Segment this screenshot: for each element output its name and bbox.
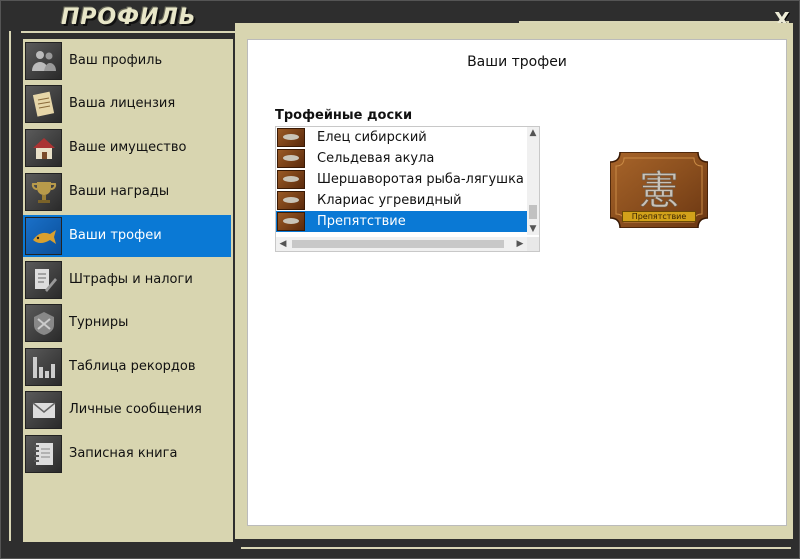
trophy-board-thumbnail xyxy=(277,212,305,231)
list-item-label: Елец сибирский xyxy=(317,130,427,145)
notebook-icon xyxy=(25,435,62,473)
sidebar-item-label: Ваш профиль xyxy=(69,53,163,68)
envelope-icon xyxy=(25,391,62,429)
fine-document-icon xyxy=(25,261,62,299)
sidebar-item-label: Ваше имущество xyxy=(69,140,187,155)
plaque-glyph: 憲 xyxy=(639,168,679,214)
window-title: ПРОФИЛЬ xyxy=(61,5,197,30)
bar-chart-icon xyxy=(25,348,62,386)
boards-label: Трофейные доски xyxy=(275,108,413,123)
trophy-board-thumbnail xyxy=(277,149,305,168)
trophy-cup-icon xyxy=(25,173,62,211)
sidebar-item-label: Штрафы и налоги xyxy=(69,272,193,287)
sidebar-item-trophies[interactable]: Ваши трофеи xyxy=(23,215,231,257)
list-item[interactable]: Шершаворотая рыба-лягушка xyxy=(276,169,527,190)
scroll-up-icon[interactable]: ▲ xyxy=(527,127,539,139)
sidebar-item-records[interactable]: Таблица рекордов xyxy=(23,346,231,388)
tournament-emblem-icon xyxy=(25,304,62,342)
plaque-name-label: Препятствие xyxy=(622,211,696,222)
sidebar-item-messages[interactable]: Личные сообщения xyxy=(23,389,231,431)
frame-line xyxy=(9,31,11,541)
list-item[interactable]: Елец сибирский xyxy=(276,127,527,148)
sidebar-item-label: Ваша лицензия xyxy=(69,96,176,111)
fish-trophy-icon xyxy=(25,217,62,255)
license-icon xyxy=(25,85,62,123)
sidebar-item-profile[interactable]: Ваш профиль xyxy=(23,40,231,82)
sidebar-item-label: Ваши награды xyxy=(69,184,170,199)
sidebar: Ваш профиль Ваша лицензия Ваше имущество… xyxy=(23,39,233,542)
sidebar-item-label: Ваши трофеи xyxy=(69,228,162,243)
sidebar-item-property[interactable]: Ваше имущество xyxy=(23,127,231,169)
people-icon xyxy=(25,42,62,80)
sidebar-item-label: Личные сообщения xyxy=(69,402,202,417)
trophy-boards-list[interactable]: Елец сибирский Сельдевая акула Шершаворо… xyxy=(275,126,540,252)
trophies-panel: Ваши трофеи Трофейные доски Елец сибирск… xyxy=(247,39,787,526)
sidebar-item-label: Записная книга xyxy=(69,446,178,461)
list-item[interactable]: Клариас угревидный xyxy=(276,190,527,211)
frame-line xyxy=(241,547,791,549)
sidebar-item-label: Таблица рекордов xyxy=(69,359,196,374)
scrollbar-corner xyxy=(527,237,539,251)
sidebar-item-label: Турниры xyxy=(69,315,129,330)
list-item-label: Препятствие xyxy=(317,214,406,229)
profile-window: ПРОФИЛЬ X Ваш профиль Ваша лицензия Ваше… xyxy=(0,0,800,559)
list-item-selected[interactable]: Препятствие xyxy=(276,211,527,232)
page-title: Ваши трофеи xyxy=(467,54,567,70)
trophy-board-thumbnail xyxy=(277,191,305,210)
scroll-left-icon[interactable]: ◀ xyxy=(276,237,290,251)
list-item-label: Клариас угревидный xyxy=(317,193,462,208)
trophy-board-thumbnail xyxy=(277,128,305,147)
scroll-down-icon[interactable]: ▼ xyxy=(527,223,539,235)
list-item-label: Шершаворотая рыба-лягушка xyxy=(317,172,524,187)
sidebar-item-notebook[interactable]: Записная книга xyxy=(23,433,231,475)
sidebar-item-fines[interactable]: Штрафы и налоги xyxy=(23,259,231,301)
house-icon xyxy=(25,129,62,167)
sidebar-item-tournaments[interactable]: Турниры xyxy=(23,302,231,344)
sidebar-item-awards[interactable]: Ваши награды xyxy=(23,171,231,213)
list-item[interactable]: Сельдевая акула xyxy=(276,148,527,169)
scroll-thumb[interactable] xyxy=(292,240,504,248)
trophy-board-thumbnail xyxy=(277,170,305,189)
list-item-label: Сельдевая акула xyxy=(317,151,435,166)
horizontal-scrollbar[interactable]: ◀ ▶ xyxy=(276,237,527,251)
sidebar-item-license[interactable]: Ваша лицензия xyxy=(23,83,231,125)
vertical-scrollbar[interactable]: ▲ ▼ xyxy=(527,127,539,235)
scroll-thumb[interactable] xyxy=(529,205,537,219)
scroll-right-icon[interactable]: ▶ xyxy=(513,237,527,251)
